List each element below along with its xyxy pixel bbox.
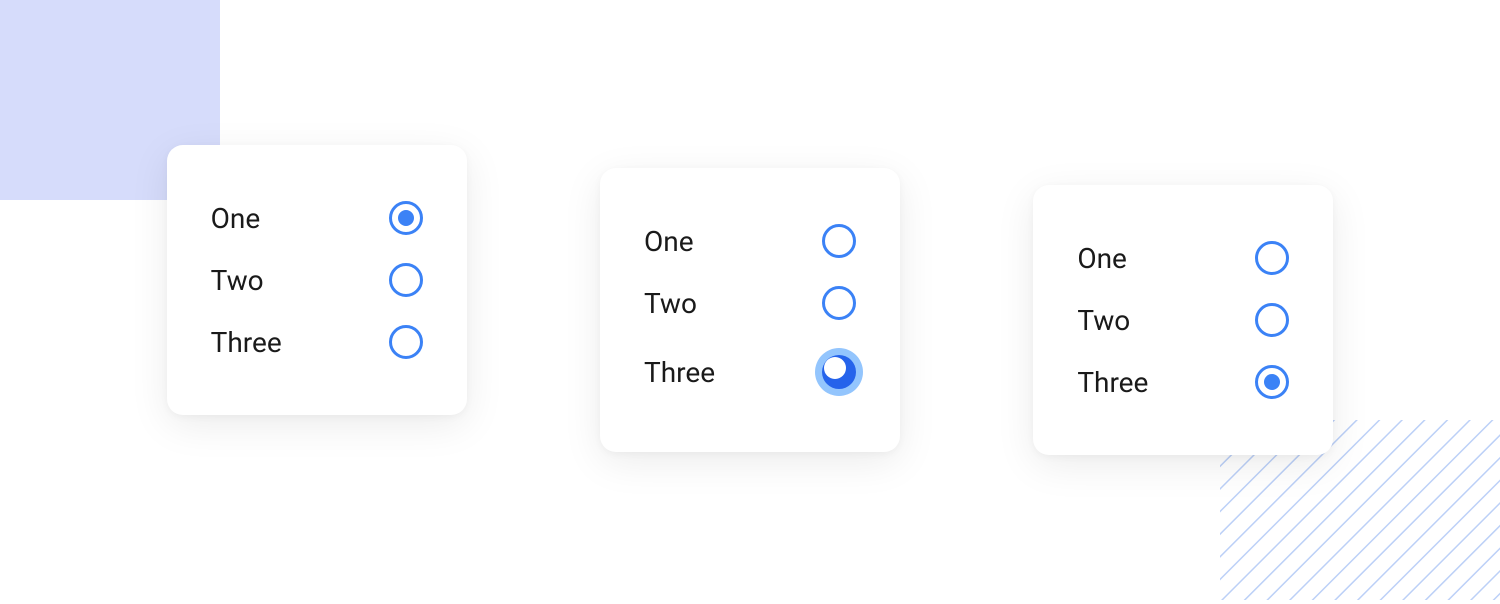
radio-option-one[interactable]: One [644, 210, 856, 272]
radio-label: Two [644, 287, 697, 320]
radio-selected-icon [389, 201, 423, 235]
radio-label: Two [211, 264, 264, 297]
radio-unselected-icon [822, 224, 856, 258]
radio-group-card: One Two Three [167, 145, 467, 415]
radio-option-one[interactable]: One [211, 187, 423, 249]
radio-option-two[interactable]: Two [1077, 289, 1289, 351]
radio-label: One [211, 202, 261, 235]
radio-unselected-icon [1255, 241, 1289, 275]
radio-label: Three [644, 356, 715, 389]
radio-option-two[interactable]: Two [211, 249, 423, 311]
radio-option-two[interactable]: Two [644, 272, 856, 334]
radio-group-card: One Two Three [1033, 185, 1333, 455]
radio-unselected-icon [389, 263, 423, 297]
radio-group-card: One Two Three [600, 168, 900, 452]
radio-selected-icon [1255, 365, 1289, 399]
radio-option-three[interactable]: Three [644, 334, 856, 410]
radio-label: Three [211, 326, 282, 359]
radio-unselected-icon [389, 325, 423, 359]
radio-label: Three [1077, 366, 1148, 399]
radio-option-three[interactable]: Three [211, 311, 423, 373]
radio-unselected-icon [822, 286, 856, 320]
radio-pressed-icon [815, 348, 863, 396]
radio-label: One [644, 225, 694, 258]
radio-label: Two [1077, 304, 1130, 337]
radio-option-one[interactable]: One [1077, 227, 1289, 289]
radio-option-three[interactable]: Three [1077, 351, 1289, 413]
radio-unselected-icon [1255, 303, 1289, 337]
radio-label: One [1077, 242, 1127, 275]
